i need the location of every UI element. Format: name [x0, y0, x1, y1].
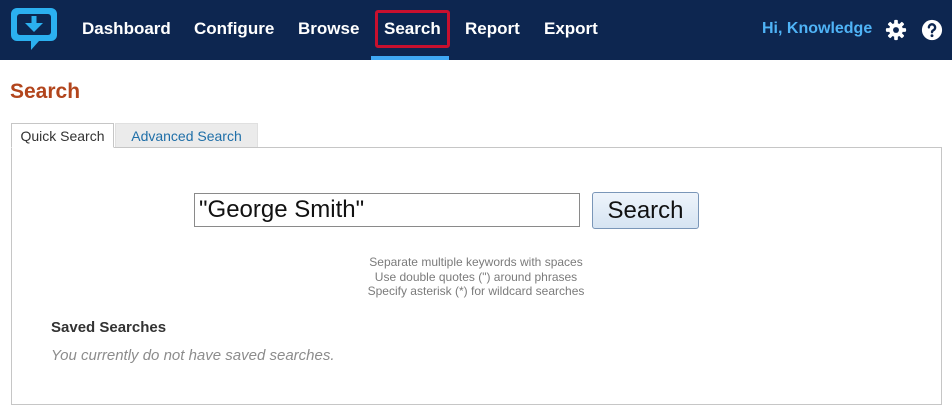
search-input[interactable]: [194, 193, 580, 227]
nav-browse[interactable]: Browse: [298, 10, 359, 48]
nav-export[interactable]: Export: [544, 10, 598, 48]
tab-quick-search[interactable]: Quick Search: [11, 123, 114, 148]
saved-searches-empty-message: You currently do not have saved searches…: [51, 347, 335, 364]
nav-search[interactable]: Search: [375, 10, 450, 48]
hint-line: Use double quotes (") around phrases: [374, 269, 578, 284]
nav-report[interactable]: Report: [465, 10, 520, 48]
user-greeting[interactable]: Hi, Knowledge: [762, 10, 872, 48]
hint-line: Specify asterisk (*) for wildcard search…: [367, 284, 585, 298]
app-logo-icon[interactable]: [9, 5, 59, 53]
nav-dashboard[interactable]: Dashboard: [82, 10, 171, 48]
tab-advanced-search[interactable]: Advanced Search: [115, 123, 258, 148]
gear-icon[interactable]: [885, 19, 907, 41]
question-circle-icon[interactable]: [921, 19, 943, 41]
nav-configure[interactable]: Configure: [194, 10, 274, 48]
search-hints: Separate multiple keywords with spaces U…: [300, 255, 652, 299]
hint-line: Separate multiple keywords with spaces: [369, 255, 583, 269]
active-nav-indicator: [371, 56, 449, 60]
saved-searches-heading: Saved Searches: [51, 319, 167, 336]
search-button[interactable]: Search: [592, 192, 699, 229]
top-nav-bar: Dashboard Configure Browse Search Report…: [0, 0, 952, 60]
page-title: Search: [10, 80, 81, 103]
